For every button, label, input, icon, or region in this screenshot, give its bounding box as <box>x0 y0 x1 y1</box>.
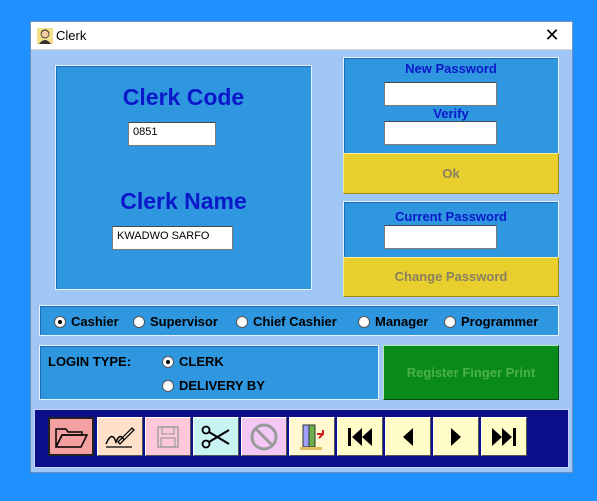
window-title: Clerk <box>56 28 87 43</box>
next-record-icon <box>451 427 461 446</box>
role-option-programmer[interactable]: Programmer <box>444 314 538 329</box>
close-button[interactable]: ✕ <box>532 22 572 49</box>
role-option-manager[interactable]: Manager <box>358 314 428 329</box>
cancel-button[interactable] <box>241 417 287 456</box>
sign-button[interactable] <box>97 417 143 456</box>
role-option-cashier[interactable]: Cashier <box>54 314 119 329</box>
role-option-label: Manager <box>375 314 429 329</box>
role-option-chief-cashier[interactable]: Chief Cashier <box>236 314 337 329</box>
role-option-label: Cashier <box>71 314 119 329</box>
first-record-icon <box>348 427 372 446</box>
verify-password-input[interactable] <box>384 121 497 145</box>
new-password-panel: New Password Verify <box>343 57 559 154</box>
role-option-label: Supervisor <box>150 314 218 329</box>
close-icon: ✕ <box>544 25 560 45</box>
login-option-label: DELIVERY BY <box>179 378 265 393</box>
signature-icon <box>105 426 135 448</box>
last-record-icon <box>492 427 516 446</box>
record-toolbar <box>34 409 569 468</box>
current-password-label: Current Password <box>395 209 507 224</box>
current-password-panel: Current Password <box>343 201 559 258</box>
clerk-window: Clerk ✕ Clerk Code 0851 Clerk Name KWADW… <box>30 21 573 473</box>
radio-checked-icon <box>54 315 66 328</box>
login-type-label: LOGIN TYPE: <box>48 354 132 369</box>
new-password-label: New Password <box>405 61 497 76</box>
clerk-user-icon <box>37 28 53 44</box>
login-option-label: CLERK <box>179 354 224 369</box>
radio-unchecked-icon <box>162 379 174 392</box>
radio-unchecked-icon <box>444 315 456 328</box>
role-option-label: Programmer <box>461 314 539 329</box>
radio-unchecked-icon <box>133 315 145 328</box>
current-password-input[interactable] <box>384 225 497 249</box>
exit-button[interactable] <box>289 417 335 456</box>
login-option-clerk[interactable]: CLERK <box>162 354 224 369</box>
register-finger-print-button[interactable]: Register Finger Print <box>383 345 559 400</box>
clerk-name-input[interactable]: KWADWO SARFO <box>112 226 233 250</box>
cancel-icon <box>250 423 278 450</box>
role-selector-panel: Cashier Supervisor Chief Cashier Manager… <box>39 305 559 336</box>
change-password-button[interactable]: Change Password <box>343 257 559 297</box>
save-icon <box>157 425 179 448</box>
clerk-name-label: Clerk Name <box>120 188 247 214</box>
ok-button[interactable]: Ok <box>343 153 559 194</box>
verify-label: Verify <box>433 106 469 121</box>
radio-checked-icon <box>162 355 174 368</box>
exit-door-icon <box>300 424 324 450</box>
open-button[interactable] <box>48 417 94 456</box>
role-option-label: Chief Cashier <box>253 314 337 329</box>
cut-button[interactable] <box>193 417 239 456</box>
login-option-delivery-by[interactable]: DELIVERY BY <box>162 378 265 393</box>
clerk-code-label: Clerk Code <box>122 84 245 110</box>
radio-unchecked-icon <box>358 315 370 328</box>
folder-open-icon <box>54 427 88 448</box>
role-option-supervisor[interactable]: Supervisor <box>133 314 218 329</box>
save-button[interactable] <box>145 417 191 456</box>
radio-unchecked-icon <box>236 315 248 328</box>
previous-record-button[interactable] <box>385 417 431 456</box>
clerk-info-panel: Clerk Code 0851 Clerk Name KWADWO SARFO <box>55 65 312 290</box>
login-type-panel: LOGIN TYPE: CLERK DELIVERY BY <box>39 345 379 400</box>
first-record-button[interactable] <box>337 417 383 456</box>
title-bar: Clerk ✕ <box>31 22 572 50</box>
next-record-button[interactable] <box>433 417 479 456</box>
last-record-button[interactable] <box>481 417 527 456</box>
scissors-icon <box>201 425 230 448</box>
previous-record-icon <box>403 427 413 446</box>
clerk-code-input[interactable]: 0851 <box>128 122 216 146</box>
new-password-input[interactable] <box>384 82 497 106</box>
